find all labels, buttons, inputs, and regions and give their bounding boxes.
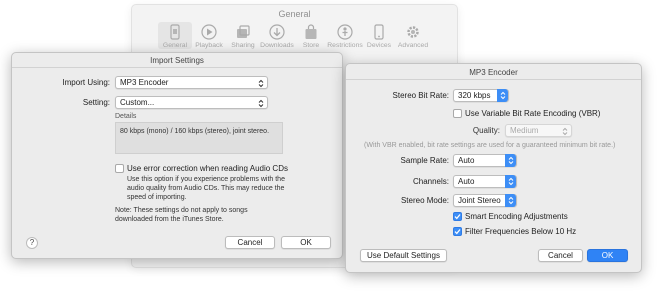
title-divider [12, 67, 342, 68]
window-title: General [278, 9, 311, 19]
import-using-value: MP3 Encoder [120, 78, 169, 87]
setting-label: Setting: [82, 98, 110, 107]
gear-icon [404, 23, 422, 41]
vbr-label[interactable]: Use Variable Bit Rate Encoding (VBR) [465, 109, 600, 118]
checkmark-icon [454, 214, 461, 220]
filter-frequencies-label[interactable]: Filter Frequencies Below 10 Hz [465, 227, 576, 236]
channels-label: Channels: [412, 177, 449, 186]
mp3-encoder-window: MP3 Encoder Stereo Bit Rate: 320 kbps Us… [345, 63, 642, 273]
window-title: Import Settings [150, 56, 204, 65]
chevron-updown-icon [561, 126, 568, 136]
details-text: 80 kbps (mono) / 160 kbps (stereo), join… [120, 128, 270, 135]
sharing-icon [234, 23, 252, 41]
checkmark-icon [454, 229, 461, 235]
toolbar-downloads[interactable]: Downloads [260, 22, 294, 49]
error-correction-label[interactable]: Use error correction when reading Audio … [127, 164, 288, 173]
stereo-mode-label: Stereo Mode: [400, 196, 449, 205]
stereo-mode-popup[interactable]: Joint Stereo [453, 194, 517, 207]
cancel-button[interactable]: Cancel [225, 236, 275, 249]
smart-encoding-label[interactable]: Smart Encoding Adjustments [465, 212, 568, 221]
toolbar-store[interactable]: Store [294, 22, 328, 49]
vbr-note: (With VBR enabled, bit rate settings are… [364, 142, 616, 149]
toolbar-restrictions[interactable]: Restrictions [327, 22, 363, 49]
phone-icon [370, 23, 388, 41]
toolbar-advanced[interactable]: Advanced [396, 22, 430, 49]
sample-rate-value: Auto [458, 156, 475, 165]
import-using-label: Import Using: [62, 78, 110, 87]
quality-label: Quality: [472, 126, 500, 135]
chevron-updown-icon [257, 98, 264, 108]
toolbar-playback[interactable]: Playback [192, 22, 226, 49]
error-correction-note: Use this option if you experience proble… [127, 176, 285, 201]
smart-encoding-checkbox[interactable] [453, 212, 462, 221]
setting-value: Custom... [120, 98, 155, 107]
details-box: 80 kbps (mono) / 160 kbps (stereo), join… [115, 122, 283, 154]
window-title: MP3 Encoder [469, 68, 518, 77]
sample-rate-label: Sample Rate: [400, 156, 449, 165]
cancel-button[interactable]: Cancel [538, 249, 583, 262]
vbr-checkbox[interactable] [453, 109, 462, 118]
details-label: Details [115, 113, 137, 120]
ok-button[interactable]: OK [587, 249, 628, 262]
quality-value: Medium [510, 126, 539, 135]
preferences-toolbar: General Playback Sharing Downloads Store [158, 22, 430, 49]
download-icon [268, 23, 286, 41]
error-correction-checkbox[interactable] [115, 164, 124, 173]
import-using-popup[interactable]: MP3 Encoder [115, 76, 268, 89]
chevron-updown-icon [505, 154, 516, 167]
ok-button[interactable]: OK [281, 236, 331, 249]
restrictions-icon [336, 23, 354, 41]
chevron-updown-icon [505, 175, 516, 188]
store-bag-icon [302, 23, 320, 41]
toolbar-sharing[interactable]: Sharing [226, 22, 260, 49]
stereo-mode-value: Joint Stereo [458, 196, 501, 205]
toolbar-devices[interactable]: Devices [362, 22, 396, 49]
stereo-bit-rate-popup[interactable]: 320 kbps [453, 89, 509, 102]
use-default-settings-button[interactable]: Use Default Settings [360, 249, 447, 262]
filter-frequencies-checkbox[interactable] [453, 227, 462, 236]
channels-value: Auto [458, 177, 475, 186]
phone-switch-icon [166, 23, 184, 41]
toolbar-general[interactable]: General [158, 22, 192, 49]
stereo-bit-rate-label: Stereo Bit Rate: [392, 91, 449, 100]
sample-rate-popup[interactable]: Auto [453, 154, 517, 167]
chevron-updown-icon [257, 78, 264, 88]
quality-popup[interactable]: Medium [505, 124, 572, 137]
chevron-updown-icon [497, 89, 508, 102]
channels-popup[interactable]: Auto [453, 175, 517, 188]
setting-popup[interactable]: Custom... [115, 96, 268, 109]
play-icon [200, 23, 218, 41]
title-divider [346, 79, 641, 80]
footnote: Note: These settings do not apply to son… [115, 207, 248, 223]
import-settings-window: Import Settings Import Using: MP3 Encode… [11, 52, 343, 259]
help-button[interactable]: ? [26, 237, 38, 249]
chevron-updown-icon [505, 194, 516, 207]
stereo-bit-rate-value: 320 kbps [458, 91, 491, 100]
